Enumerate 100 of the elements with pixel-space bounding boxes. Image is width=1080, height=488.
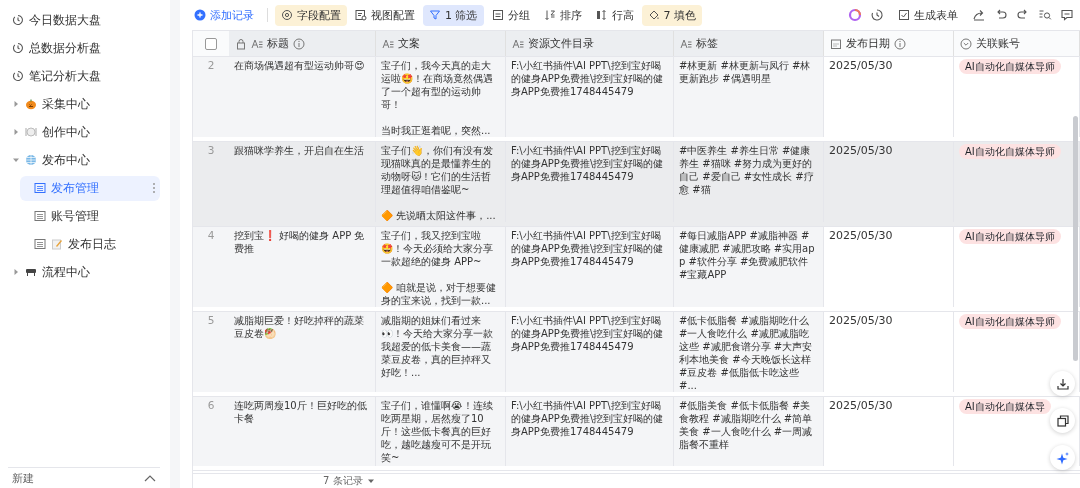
dashboard-icon xyxy=(12,70,24,83)
path-cell-text: F:\小红书插件\AI PPT\挖到宝好喝的健身APP免费推\挖到宝好喝的健身APP免费推1748445479 xyxy=(511,59,665,98)
dashboard-item[interactable]: 笔记分析大盘 xyxy=(8,64,160,89)
table-row[interactable]: 6 连吃两周瘦10斤！巨好吃的低卡餐 宝子们，谁懂啊😭！连续吃两星期，居然瘦了10斤！这些低卡餐真的巨好吃，越吃越瘦可不是开玩笑~ F:\小红书插件\AI PPT\挖到宝好喝的健身APP免费推\挖到宝好喝的健身APP免费推1748445479 #低脂美食 #低卡低脂餐 #美食教程 #减脂期吃什么 #简单美食 #一人食吃什么 #一周减脂餐不重样 2025/05/30 AI自动化自媒体导 xyxy=(193,397,1080,471)
account-tag: AI自动化自媒体导 xyxy=(959,399,1051,414)
plus-icon xyxy=(194,9,206,21)
date-cell-text: 2025/05/30 xyxy=(829,144,894,157)
folder-item[interactable]: 发布中心 xyxy=(8,148,160,173)
dashboard-icon xyxy=(12,42,24,55)
checkbox-icon xyxy=(898,9,910,21)
globe-icon xyxy=(25,154,37,167)
row-height-icon xyxy=(595,9,608,21)
copy-paragraph: 宝子们，我又挖到宝啦🤩！今天必须给大家分享一款超绝的健身 APP~ xyxy=(381,229,494,268)
copy-paragraph: 宝子们👋，你们有没有发现猫咪真的是最懂养生的动物呀🐱！它们的生活哲理超值得咱借鉴呢~ xyxy=(381,144,494,196)
new-label[interactable]: 新建 xyxy=(12,470,34,486)
dropdown-field-icon xyxy=(960,37,972,50)
copy-paragraph: 宝子们，谁懂啊😭！连续吃两星期，居然瘦了10斤！这些低卡餐真的巨好吃，越吃越瘦可不是开玩笑~ xyxy=(381,399,494,464)
date-cell-text: 2025/05/30 xyxy=(829,399,894,412)
toolbar-button[interactable]: 分组 xyxy=(485,4,536,26)
account-tag: AI自动化自媒体导师 xyxy=(959,59,1061,74)
tags-cell-text: #中医养生 #养生日常 #健康养生 #猫咪 #努力成为更好的自己 #爱自己 #女性成长 #疗愈 #猫 xyxy=(679,144,815,196)
pumpkin-icon xyxy=(25,98,37,111)
caret-icon[interactable] xyxy=(366,477,375,485)
select-all-checkbox[interactable] xyxy=(205,37,217,50)
dashboard-item[interactable]: 总数据分析盘 xyxy=(8,36,160,61)
account-tag: AI自动化自媒体导师 xyxy=(959,229,1061,244)
column-header[interactable]: 资源文件目录 xyxy=(506,31,674,56)
copy-paragraph: 宝子们，我今天真的走大运啦🤩！在商场竟然偶遇了一个超有型的运动帅哥！ xyxy=(381,59,494,111)
title-cell-text: 跟猫咪学养生，开启自在生活 xyxy=(234,144,365,157)
column-header[interactable]: 文案 xyxy=(376,31,506,56)
dashboard-item[interactable]: 今日数据大盘 xyxy=(8,8,160,33)
row-number: 6 xyxy=(207,399,215,411)
copy-paragraph: 🔶 咱就是说，对于想要健身的宝来说，找到一款... xyxy=(381,281,498,307)
table-label: 发布管理 xyxy=(51,180,99,196)
folder-item[interactable]: 流程中心 xyxy=(8,260,160,285)
row-number: 3 xyxy=(207,144,215,156)
toolbar-button[interactable]: 视图配置 xyxy=(349,4,421,26)
account-tag: AI自动化自媒体导师 xyxy=(959,144,1061,159)
generate-form-button[interactable]: 生成表单 xyxy=(892,4,964,26)
column-header[interactable]: 标题 xyxy=(229,31,376,56)
text-field-icon xyxy=(680,37,692,50)
path-cell-text: F:\小红书插件\AI PPT\挖到宝好喝的健身APP免费推\挖到宝好喝的健身APP免费推1748445479 xyxy=(511,399,665,438)
path-cell-text: F:\小红书插件\AI PPT\挖到宝好喝的健身APP免费推\挖到宝好喝的健身APP免费推1748445479 xyxy=(511,314,665,353)
toolbar-button[interactable]: 7 填色 xyxy=(641,4,702,26)
table-row[interactable] xyxy=(193,312,1080,397)
path-cell-text: F:\小红书插件\AI PPT\挖到宝好喝的健身APP免费推\挖到宝好喝的健身APP免费推1748445479 xyxy=(511,144,665,183)
column-header[interactable]: 关联账号 xyxy=(954,31,1080,56)
text-field-icon xyxy=(512,37,524,50)
table-row[interactable] xyxy=(193,142,1080,227)
folder-item[interactable]: 创作中心 xyxy=(8,120,160,145)
toolbar-button[interactable]: 行高 xyxy=(589,4,640,26)
table-item[interactable]: 账号管理 xyxy=(20,204,160,229)
chevron-up-icon[interactable] xyxy=(144,474,156,482)
copy-paragraph: 当时我正逛着呢，突然... xyxy=(381,124,492,137)
share-icon[interactable] xyxy=(972,8,986,22)
dashboard-label: 今日数据大盘 xyxy=(29,12,101,28)
table-row[interactable] xyxy=(193,227,1080,312)
column-header[interactable]: 标签 xyxy=(674,31,824,56)
comment-icon[interactable] xyxy=(1060,8,1074,22)
row-number: 4 xyxy=(207,229,215,241)
table-item[interactable]: 发布日志 xyxy=(20,232,160,257)
table-item[interactable]: 发布管理 xyxy=(20,176,160,201)
scrollbar[interactable] xyxy=(1073,116,1078,361)
history-icon[interactable] xyxy=(870,8,884,22)
folder-item[interactable]: 采集中心 xyxy=(8,92,160,117)
ai-ring-icon[interactable] xyxy=(848,8,862,22)
toolbar-button[interactable]: 字段配置 xyxy=(275,4,347,26)
search-icon[interactable] xyxy=(1038,8,1052,22)
text-field-icon xyxy=(251,37,263,50)
table-icon xyxy=(34,182,46,195)
title-cell-text: 在商场偶遇超有型运动帅哥😍 xyxy=(234,59,366,72)
toolbar-button[interactable]: 1 筛选 xyxy=(423,4,484,26)
dashboard-label: 总数据分析盘 xyxy=(29,40,101,56)
toolbar-button[interactable]: 排序 xyxy=(537,4,588,26)
date-cell-text: 2025/05/30 xyxy=(829,229,894,242)
row-number: 5 xyxy=(207,314,215,326)
plate-icon xyxy=(25,126,37,139)
download-icon xyxy=(1055,376,1070,391)
folder-label: 采集中心 xyxy=(42,96,90,112)
date-cell-text: 2025/05/30 xyxy=(829,59,894,72)
dashboard-icon xyxy=(12,14,24,27)
table-icon xyxy=(34,238,46,251)
copy-paragraph: 🔶 先说晒太阳这件事，... xyxy=(381,209,497,222)
row-number: 2 xyxy=(207,59,215,71)
title-cell-text: 减脂期巨爱！好吃掉秤的蔬菜豆皮卷🥙 xyxy=(234,314,365,340)
path-cell-text: F:\小红书插件\AI PPT\挖到宝好喝的健身APP免费推\挖到宝好喝的健身APP免费推1748445479 xyxy=(511,229,665,268)
title-cell-text: 挖到宝❗ 好喝的健身 APP 免费推 xyxy=(234,229,366,255)
date-cell-text: 2025/05/30 xyxy=(829,314,894,327)
column-header[interactable]: 发布日期 xyxy=(824,31,954,56)
group-icon xyxy=(491,9,504,21)
table-row[interactable]: 2 在商场偶遇超有型运动帅哥😍 宝子们，我今天真的走大运啦🤩！在商场竟然偶遇了一个超有型的运动帅哥！ 当时我正逛着呢，突然... F:\小红书插件\AI PPT\挖到宝好喝的健身APP免费推\挖到宝好喝的健身APP免费推1748445479 #林更新 #林更新与凤行 #林更新跑步 #偶遇明星 2025/05/30 AI自动化自媒体导师 xyxy=(193,57,1080,142)
copy-icon xyxy=(1055,413,1070,428)
tags-cell-text: #低卡低脂餐 #减脂期吃什么 #一人食吃什么 #减肥减脂吃这些 #减肥食谱分享 #大声安利本地美食 #今天晚饭长这样 #豆皮卷 #低脂低卡吃这些 #... xyxy=(679,314,814,392)
sparkle-icon xyxy=(1055,450,1070,465)
add-record-button[interactable]: 添加记录 xyxy=(192,4,260,26)
tags-cell-text: #林更新 #林更新与凤行 #林更新跑步 #偶遇明星 xyxy=(679,59,812,85)
calendar-icon xyxy=(830,37,842,50)
tags-cell-text: #每日减脂APP #减脂神器 #健康减肥 #减肥攻略 #实用app #软件分享 #免费减肥软件 #宝藏APP xyxy=(679,229,816,281)
folder-label: 发布中心 xyxy=(42,152,90,168)
caret-icon xyxy=(12,268,20,277)
